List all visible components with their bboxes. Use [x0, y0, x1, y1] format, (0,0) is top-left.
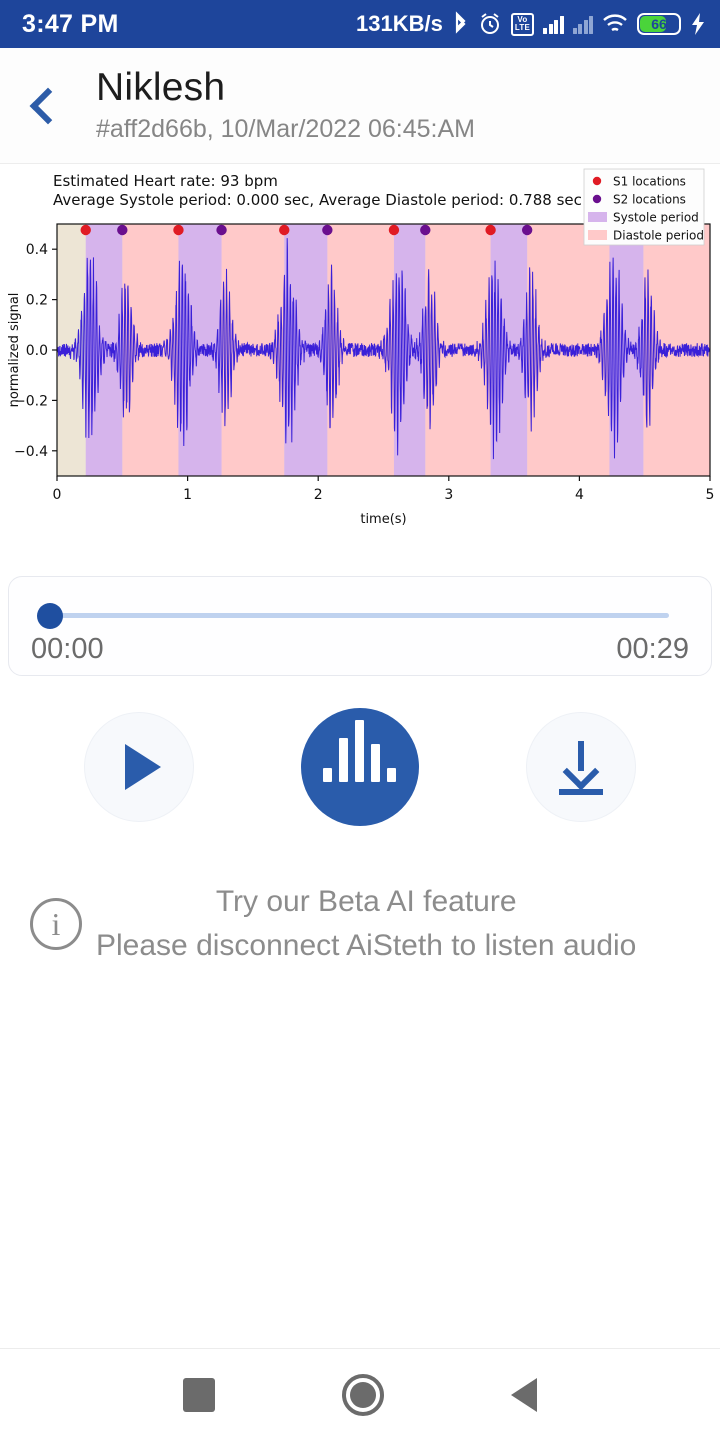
wifi-icon	[603, 14, 627, 32]
s1-marker-4	[485, 224, 496, 236]
x-tick-label-3: 3	[444, 487, 453, 503]
alarm-icon	[480, 13, 499, 34]
app-bar: Niklesh #aff2d66b, 10/Mar/2022 06:45:AM	[0, 48, 720, 164]
x-tick-label-2: 2	[314, 487, 323, 503]
back-button[interactable]	[510, 1377, 537, 1412]
volte-icon: Vo LTE	[510, 12, 534, 36]
chart-canvas: 0.40.20.0−0.2−0.4normalized signal0 1 2 3 4 5…	[7, 168, 715, 527]
s1-marker-1	[173, 224, 184, 236]
current-time-label: 00:00	[31, 633, 104, 665]
waveform-bar-3	[355, 720, 365, 782]
page-title: Niklesh	[96, 65, 226, 109]
charging-bolt-icon	[692, 13, 704, 35]
y-tick-label-1: 0.2	[26, 293, 48, 309]
y-axis-label: normalized signal	[7, 293, 22, 408]
signal-bars-sim2-icon	[572, 14, 593, 34]
page-subtitle: #aff2d66b, 10/Mar/2022 06:45:AM	[96, 114, 475, 143]
s1-marker-0	[80, 224, 91, 236]
battery-icon: 66	[637, 13, 681, 35]
s2-marker-2	[322, 224, 333, 236]
system-nav-bar	[0, 1348, 720, 1440]
s2-marker-3	[420, 224, 431, 236]
x-axis-label: time(s)	[360, 512, 406, 527]
status-bar: 3:47 PM 131KB/s Vo LTE 66	[0, 0, 720, 48]
x-tick-label-5: 5	[706, 487, 715, 503]
y-tick-label-0: 0.4	[26, 242, 48, 258]
info-line-1: Try our Beta AI feature	[215, 885, 517, 918]
legend-marker-2	[588, 212, 607, 222]
phonocardiogram-chart: 0.4 0.2 0.0 −0.2 −0.4 normalized signal 0 1 2 3 4 5…	[0, 164, 720, 564]
seek-thumb[interactable]	[37, 603, 63, 629]
waveform-button[interactable]	[300, 708, 419, 826]
s1-marker-3	[388, 224, 400, 236]
battery-level-text: 66	[651, 16, 667, 32]
x-tick-label-0: 0	[53, 487, 62, 503]
info-icon: i	[30, 898, 82, 950]
legend-label-2: Systole period	[613, 211, 699, 225]
legend-label-0: S1 locations	[613, 175, 686, 189]
waveform-bar-1	[323, 768, 333, 782]
bluetooth-icon	[455, 11, 466, 34]
y-tick-label-4: −0.4	[14, 444, 48, 460]
download-icon	[555, 739, 607, 795]
chart-annotation-1: Average Systole period: 0.000 sec, Avera…	[53, 191, 582, 209]
s1-marker-2	[279, 224, 290, 236]
play-icon	[124, 744, 161, 790]
chart-annotation-0: Estimated Heart rate: 93 bpm	[53, 172, 278, 190]
info-message: i Try our Beta AI feature Please disconn…	[0, 880, 720, 968]
download-button[interactable]	[526, 712, 637, 822]
back-chevron-icon[interactable]	[0, 87, 96, 124]
seek-track[interactable]	[51, 613, 669, 618]
y-tick-label-2: 0.0	[26, 343, 48, 359]
network-speed-text: 131KB/s	[356, 11, 443, 36]
x-tick-label-4: 4	[575, 487, 584, 503]
legend-marker-1	[592, 194, 602, 204]
waveform-bar-5	[387, 768, 397, 782]
legend-marker-3	[588, 230, 607, 240]
audio-seek-card: 00:00 00:29	[8, 576, 712, 676]
home-button[interactable]	[341, 1373, 384, 1416]
play-button[interactable]	[83, 712, 194, 822]
total-time-label: 00:29	[616, 633, 689, 665]
s2-marker-1	[216, 224, 227, 236]
legend-label-1: S2 locations	[613, 193, 686, 207]
status-bar-clock: 3:47 PM	[22, 9, 119, 38]
recents-button[interactable]	[183, 1377, 216, 1412]
player-controls	[0, 706, 720, 828]
legend-label-3: Diastole period	[613, 229, 704, 243]
info-line-2: Please disconnect AiSteth to listen audi…	[96, 929, 637, 962]
s2-marker-4	[521, 224, 533, 236]
legend-marker-0	[592, 176, 602, 186]
x-tick-label-1: 1	[183, 487, 192, 503]
s2-marker-0	[117, 224, 128, 236]
volte-bottom-text: LTE	[514, 23, 530, 32]
waveform-bar-2	[339, 738, 349, 782]
waveform-bar-4	[371, 744, 381, 782]
signal-bars-sim1-icon	[543, 14, 564, 34]
